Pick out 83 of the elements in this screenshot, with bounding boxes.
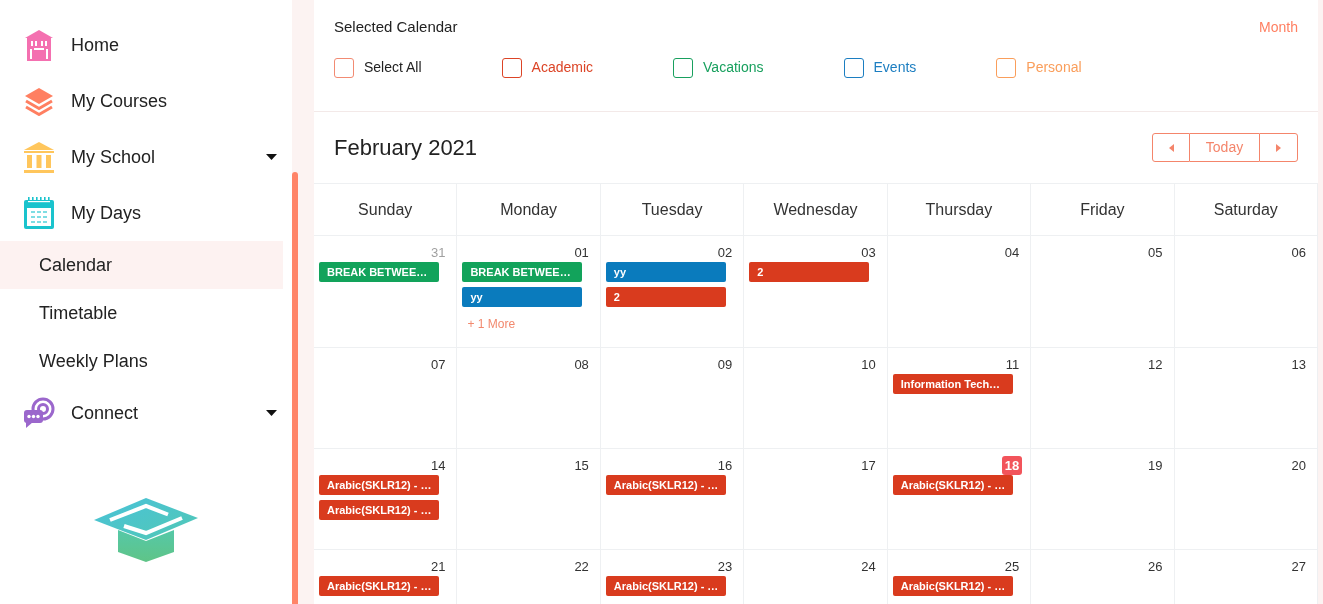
weekday-header: Tuesday [600,184,745,235]
day-number: 18 [1001,456,1023,475]
sidebar-item[interactable]: Home [0,17,292,73]
event-chip[interactable]: Arabic(SKLR12) - … [605,576,726,596]
day-number: 04 [1003,244,1021,262]
event-chip[interactable]: Arabic(SKLR12) - … [319,500,439,520]
event-chip[interactable]: yy [605,262,726,282]
checkbox-label[interactable]: Academic [531,57,594,78]
event-chip[interactable]: 2 [749,262,870,282]
weekday-header: Saturday [1174,184,1318,235]
weekday-header: Monday [457,184,601,235]
checkbox[interactable] [673,57,694,78]
caret-down-icon [266,154,277,160]
event-chip[interactable]: yy [462,287,583,307]
day-number: 23 [716,558,734,576]
checkbox-label[interactable]: Select All [364,57,422,78]
day-number: 20 [1290,457,1307,475]
more-link[interactable]: + 1 More [467,317,516,331]
day-number: 05 [1147,244,1164,262]
day-number: 09 [716,356,734,374]
event-chip[interactable]: 2 [605,287,726,307]
day-number: 19 [1147,457,1164,475]
event-chip[interactable]: BREAK BETWEE… [462,262,583,282]
day-number: 12 [1147,356,1164,374]
caret-down-icon [266,410,277,416]
day-number: 27 [1290,558,1307,576]
book-stack-icon [23,85,55,117]
event-chip[interactable]: Arabic(SKLR12) - … [319,475,439,495]
school-building-icon [23,29,55,61]
today-button[interactable]: Today [1190,133,1259,162]
checkbox-label[interactable]: Vacations [703,57,764,78]
sidebar-item[interactable]: My School [0,129,292,185]
previous-button[interactable] [1152,133,1190,162]
day-number: 22 [573,558,590,576]
caret-left-icon [1168,143,1174,152]
event-chip[interactable]: Information Tech… [892,374,1013,394]
sidebar-item[interactable]: Connect [0,385,292,441]
day-number: 10 [860,356,877,374]
caret-right-icon [1276,143,1281,152]
day-number: 31 [429,244,447,262]
event-chip[interactable]: BREAK BETWEE… [319,262,439,282]
sidebar-item[interactable]: My Days [0,185,292,241]
weekday-header: Thursday [887,184,1032,235]
event-chip[interactable]: Arabic(SKLR12) - … [892,576,1013,596]
day-number: 24 [860,558,877,576]
checkbox[interactable] [843,57,864,78]
day-number: 08 [573,356,590,374]
day-number: 15 [573,457,590,475]
day-number: 25 [1003,558,1021,576]
sidebar-subitem[interactable]: Timetable [0,289,283,337]
event-chip[interactable]: Arabic(SKLR12) - … [892,475,1013,495]
checkbox[interactable] [334,57,354,78]
day-number: 11 [1004,356,1021,374]
day-number: 07 [429,356,447,374]
checkbox[interactable] [996,57,1017,78]
weekday-header: Sunday [314,184,458,235]
chat-bubble-icon [23,397,55,429]
day-number: 17 [860,457,877,475]
month-title: February 2021 [334,134,478,162]
day-number: 16 [716,457,734,475]
day-number: 02 [716,244,734,262]
sidebar-item[interactable]: My Courses [0,73,292,129]
weekday-header: Friday [1031,184,1175,235]
day-number: 14 [429,457,447,475]
columns-building-icon [23,141,55,173]
weekday-header: Wednesday [744,184,888,235]
checkbox[interactable] [501,57,522,78]
next-button[interactable] [1259,133,1298,162]
day-number: 03 [860,244,877,262]
day-number: 21 [429,558,447,576]
calendar-icon [23,197,55,229]
event-chip[interactable]: Arabic(SKLR12) - … [605,475,726,495]
day-number: 01 [573,244,590,262]
day-number: 26 [1147,558,1164,576]
event-chip[interactable]: Arabic(SKLR12) - … [319,576,439,596]
sidebar-subitem[interactable]: Calendar [0,241,283,289]
sidebar-subitem[interactable]: Weekly Plans [0,337,283,385]
month-view-link[interactable]: Month [1259,16,1298,38]
checkbox-label[interactable]: Events [873,57,917,78]
panel-title: Selected Calendar [334,16,458,37]
day-number: 13 [1290,356,1307,374]
day-number: 06 [1290,244,1307,262]
scrollbar-thumb[interactable] [292,172,298,604]
